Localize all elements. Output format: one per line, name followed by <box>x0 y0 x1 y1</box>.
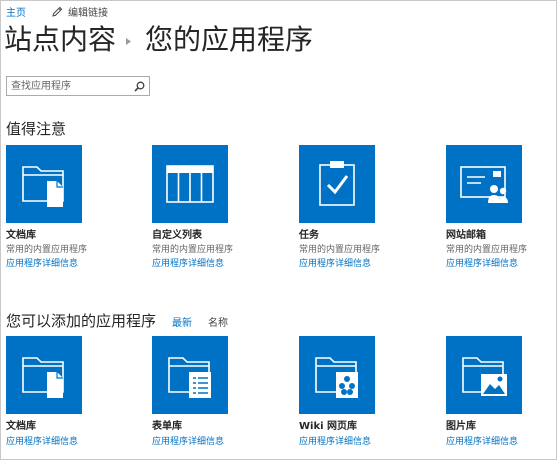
tile-name[interactable]: Wiki 网页库 <box>299 417 409 432</box>
wiki-page-library-tile-icon[interactable] <box>299 336 375 414</box>
app-tile-document-library: 文档库 常用的内置应用程序 应用程序详细信息 <box>6 145 116 269</box>
edit-links-button[interactable]: 编辑链接 <box>52 4 108 19</box>
app-tile-document-library-add: 文档库 应用程序详细信息 <box>6 336 116 447</box>
custom-list-icon <box>166 165 214 203</box>
tile-name[interactable]: 任务 <box>299 226 409 241</box>
tile-description: 常用的内置应用程序 <box>299 245 381 255</box>
app-tile-picture-library: 图片库 应用程序详细信息 <box>446 336 556 447</box>
site-contents-link[interactable]: 站点内容 <box>4 18 116 58</box>
app-details-link[interactable]: 应用程序详细信息 <box>6 434 116 447</box>
app-tile-custom-list: 自定义列表 常用的内置应用程序 应用程序详细信息 <box>152 145 262 269</box>
app-tile-site-mailbox: 网站邮箱 常用的内置应用程序 应用程序详细信息 <box>446 145 556 269</box>
tile-description: 常用的内置应用程序 <box>6 245 88 255</box>
form-library-icon <box>168 357 211 398</box>
tasks-icon <box>319 161 355 206</box>
tile-name[interactable]: 文档库 <box>6 417 116 432</box>
addable-apps-heading: 您可以添加的应用程序 <box>6 312 157 330</box>
document-library-tile-icon[interactable] <box>6 336 82 414</box>
tile-name[interactable]: 表单库 <box>152 417 262 432</box>
document-library-tile-icon[interactable] <box>6 145 82 223</box>
custom-list-tile-icon[interactable] <box>152 145 228 223</box>
app-search-box <box>6 76 150 96</box>
app-tile-wiki-page-library: Wiki 网页库 应用程序详细信息 <box>299 336 409 447</box>
home-link[interactable]: 主页 <box>6 4 26 19</box>
tile-name[interactable]: 自定义列表 <box>152 226 262 241</box>
tasks-tile-icon[interactable] <box>299 145 375 223</box>
app-tile-tasks: 任务 常用的内置应用程序 应用程序详细信息 <box>299 145 409 269</box>
site-mailbox-icon <box>460 166 508 203</box>
noteworthy-heading: 值得注意 <box>6 120 67 138</box>
app-tile-form-library: 表单库 应用程序详细信息 <box>152 336 262 447</box>
search-icon <box>133 81 144 92</box>
app-details-link[interactable]: 应用程序详细信息 <box>152 256 262 269</box>
app-details-link[interactable]: 应用程序详细信息 <box>152 434 262 447</box>
sort-newest-link[interactable]: 最新 <box>172 314 192 329</box>
sort-name-link[interactable]: 名称 <box>208 314 228 329</box>
picture-library-icon <box>462 357 507 396</box>
document-library-icon <box>22 357 64 398</box>
top-nav: 主页 编辑链接 <box>6 4 108 19</box>
site-mailbox-tile-icon[interactable] <box>446 145 522 223</box>
picture-library-tile-icon[interactable] <box>446 336 522 414</box>
search-button[interactable] <box>132 79 146 93</box>
pencil-icon <box>52 6 63 17</box>
wiki-page-library-icon <box>315 357 358 398</box>
breadcrumb-arrow-icon <box>126 37 132 45</box>
page-title: 您的应用程序 <box>145 23 314 56</box>
sort-options: 最新 名称 <box>172 314 228 329</box>
app-details-link[interactable]: 应用程序详细信息 <box>446 434 556 447</box>
app-search-input[interactable] <box>7 77 139 95</box>
app-details-link[interactable]: 应用程序详细信息 <box>6 256 116 269</box>
document-library-icon <box>22 166 64 207</box>
breadcrumb: 站点内容 您的应用程序 <box>4 18 313 58</box>
tile-description: 常用的内置应用程序 <box>446 245 528 255</box>
app-details-link[interactable]: 应用程序详细信息 <box>299 256 409 269</box>
tile-name[interactable]: 文档库 <box>6 226 116 241</box>
app-details-link[interactable]: 应用程序详细信息 <box>446 256 556 269</box>
form-library-tile-icon[interactable] <box>152 336 228 414</box>
tile-description: 常用的内置应用程序 <box>152 245 234 255</box>
app-details-link[interactable]: 应用程序详细信息 <box>299 434 409 447</box>
tile-name[interactable]: 网站邮箱 <box>446 226 556 241</box>
tile-name[interactable]: 图片库 <box>446 417 556 432</box>
edit-links-label: 编辑链接 <box>68 7 108 19</box>
